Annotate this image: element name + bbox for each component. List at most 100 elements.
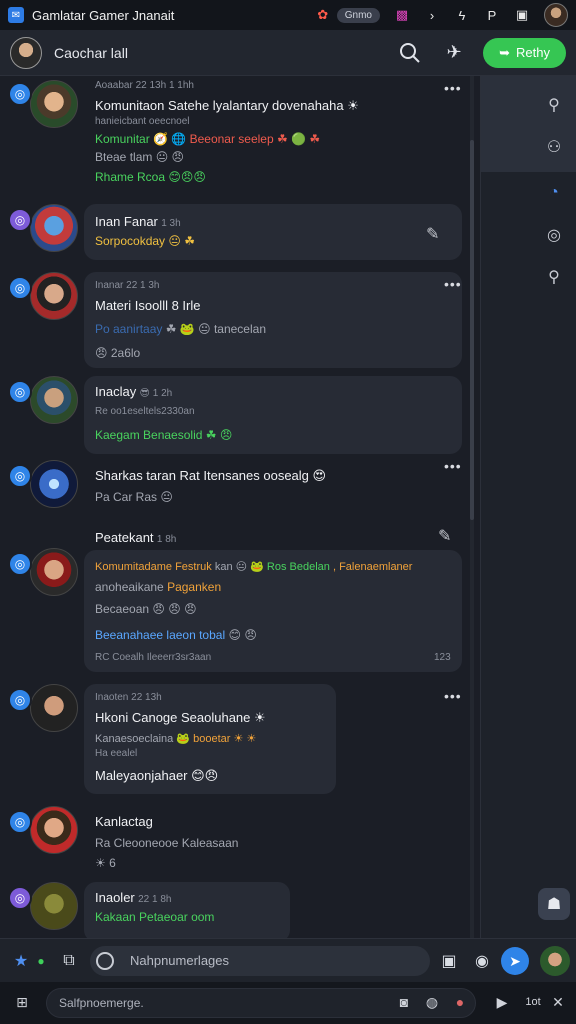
post-meta: Inan Fanar 1 3h bbox=[95, 214, 181, 229]
post-line: 😠 2a6lo bbox=[95, 346, 141, 360]
avatar[interactable] bbox=[30, 204, 78, 252]
edit-icon[interactable]: ✎ bbox=[426, 224, 439, 244]
post-line: Ha eealel bbox=[95, 748, 138, 759]
post-title: Komunitaon Satehe lyalantary dovenahaha … bbox=[95, 98, 359, 113]
app-badge-icon: ◎ bbox=[8, 208, 32, 232]
chevron-right-icon[interactable]: › bbox=[424, 8, 440, 23]
post-line: Komunitar 🧭 🌐 Beeonar seelep ☘ 🟢 ☘ bbox=[95, 132, 321, 146]
app-badge-icon: ◎ bbox=[8, 810, 32, 834]
post-line: Po aanirtaay ☘ 🐸 😐 tanecelan bbox=[95, 322, 266, 336]
post-line: Kakaan Petaeoar oom bbox=[95, 910, 215, 924]
message-feed[interactable]: ◎ Aoaabar 22 13h 1 1hh Komunitaon Satehe… bbox=[0, 76, 480, 938]
reply-count: 123 bbox=[434, 652, 451, 663]
post-line: Sorpocokday 😐 ☘ bbox=[95, 234, 195, 248]
post-line: Pa Car Ras 😐 bbox=[95, 490, 173, 504]
camera-icon[interactable]: ◙ bbox=[394, 992, 414, 1012]
online-dot-icon: ● bbox=[37, 954, 45, 968]
post-line: Beeanahaee laeon tobal 😊 😠 bbox=[95, 628, 257, 642]
more-options-icon[interactable]: ••• bbox=[444, 458, 462, 474]
activity-icon[interactable]: ◔ bbox=[543, 182, 565, 204]
alert-icon[interactable]: ✿ bbox=[315, 7, 331, 23]
post-line: ☀ 6 bbox=[95, 856, 116, 870]
post-line: Rhame Rcoa 😊😠😠 bbox=[95, 170, 206, 184]
post-line: Bteae tlam 😐 😠 bbox=[95, 150, 185, 164]
star-icon[interactable]: ★ bbox=[10, 950, 32, 972]
channel-avatar[interactable] bbox=[10, 36, 42, 69]
profile-avatar[interactable] bbox=[544, 3, 568, 27]
post-meta: Inaoten 22 13h bbox=[95, 692, 162, 703]
user-icon[interactable]: ⚲ bbox=[543, 266, 565, 288]
window-icon[interactable]: ▣ bbox=[514, 7, 530, 23]
close-icon[interactable]: ✕ bbox=[548, 992, 568, 1012]
mic-icon[interactable]: ◍ bbox=[422, 992, 442, 1012]
more-options-icon[interactable]: ••• bbox=[444, 688, 462, 704]
top-bar: ✉ Gamlatar Gamer Jnanait ✿ Gnmo ▩ › ϟ P … bbox=[0, 0, 576, 30]
avatar[interactable] bbox=[30, 548, 78, 596]
reply-icon: ➥ bbox=[499, 44, 511, 60]
search-icon[interactable] bbox=[395, 38, 425, 68]
scrollbar-thumb[interactable] bbox=[470, 140, 474, 520]
bot-button[interactable]: ☗ bbox=[538, 888, 570, 920]
mention-icon[interactable]: ⚲ bbox=[543, 94, 565, 116]
target-icon[interactable]: ◎ bbox=[543, 224, 565, 246]
bolt-icon[interactable]: ϟ bbox=[454, 8, 470, 23]
user-avatar[interactable] bbox=[540, 946, 570, 976]
avatar[interactable] bbox=[30, 272, 78, 320]
avatar[interactable] bbox=[30, 806, 78, 854]
app-badge-icon: ◎ bbox=[8, 464, 32, 488]
post-line: RC Coealh Ileeerr3sr3aan bbox=[95, 652, 212, 663]
post-line: Re oo1eseltels2330an bbox=[95, 406, 195, 417]
avatar[interactable] bbox=[30, 684, 78, 732]
more-options-icon[interactable]: ••• bbox=[444, 80, 462, 96]
gif-icon[interactable]: ▣ bbox=[438, 950, 460, 972]
app-logo-icon: ✉ bbox=[8, 7, 24, 23]
post-title: Hkoni Canoge Seaoluhane ☀ bbox=[95, 710, 266, 725]
bottom-label: 1ot bbox=[525, 996, 541, 1008]
app-badge-icon: ◎ bbox=[8, 552, 32, 576]
message-card[interactable] bbox=[84, 204, 462, 260]
group-icon[interactable]: ⚇ bbox=[543, 136, 565, 158]
record-icon[interactable]: ● bbox=[450, 992, 470, 1012]
post-line: Komumitadame Festruk kan 😐 🐸 Ros Bedelan… bbox=[95, 561, 413, 573]
post-meta: Inaclay 😎 1 2h bbox=[95, 384, 173, 399]
post-line: anoheaikane Paganken bbox=[95, 580, 222, 594]
status-pill[interactable]: Gnmo bbox=[336, 7, 380, 23]
reply-label: Rethy bbox=[516, 45, 550, 60]
right-sidebar: ⚲ ⚇ ◔ ◎ ⚲ bbox=[480, 76, 576, 938]
attachment-icon[interactable]: ⧉ bbox=[58, 950, 80, 972]
post-line: Becaeoan 😠 😠 😠 bbox=[95, 602, 197, 616]
app-badge-icon: ◎ bbox=[8, 82, 32, 106]
sticker-icon[interactable]: ◉ bbox=[471, 950, 493, 972]
channel-title: Caochar lall bbox=[54, 44, 128, 61]
more-options-icon[interactable]: ••• bbox=[444, 276, 462, 292]
game-icon[interactable]: ▩ bbox=[394, 7, 410, 23]
post-meta: Aoaabar 22 13h 1 1hh bbox=[95, 80, 194, 91]
send-button[interactable]: ➤ bbox=[501, 947, 529, 975]
post-title: Materi Isoolll 8 Irle bbox=[95, 298, 201, 313]
avatar[interactable] bbox=[30, 80, 78, 128]
post-subline: hanieicbant oeecnoel bbox=[95, 116, 190, 127]
app-title: Gamlatar Gamer Jnanait bbox=[32, 7, 175, 23]
pin-icon[interactable]: P bbox=[484, 8, 500, 23]
post-line: Kanaesoeclaina 🐸 booetar ☀ ☀ bbox=[95, 733, 257, 745]
app-badge-icon: ◎ bbox=[8, 276, 32, 300]
avatar[interactable] bbox=[30, 882, 78, 930]
post-meta: Inanar 22 1 3h bbox=[95, 280, 160, 291]
pin-icon[interactable]: ✈ bbox=[439, 38, 469, 68]
avatar[interactable] bbox=[30, 376, 78, 424]
bottom-bar: ⊞ Salfpnoemerge. ◙ ◍ ● ▶ 1ot ✕ bbox=[0, 982, 576, 1024]
app-badge-icon: ◎ bbox=[8, 886, 32, 910]
video-icon[interactable]: ▶ bbox=[492, 992, 512, 1012]
post-meta: Inaoler 22 1 8h bbox=[95, 890, 172, 905]
avatar[interactable] bbox=[30, 460, 78, 508]
reply-button[interactable]: ➥ Rethy bbox=[483, 37, 566, 68]
grid-icon[interactable]: ⊞ bbox=[12, 992, 32, 1012]
edit-icon[interactable]: ✎ bbox=[438, 526, 451, 546]
emoji-icon[interactable] bbox=[96, 952, 114, 970]
post-title: Kanlactag bbox=[95, 814, 153, 829]
post-line: Ra Cleooneooe Kaleasaan bbox=[95, 836, 239, 850]
app-badge-icon: ◎ bbox=[8, 380, 32, 404]
message-input[interactable]: Nahpnumerlages bbox=[90, 946, 430, 976]
bot-icon: ☗ bbox=[546, 896, 562, 913]
post-line: Maleyaonjahaer 😊😠 bbox=[95, 768, 219, 783]
